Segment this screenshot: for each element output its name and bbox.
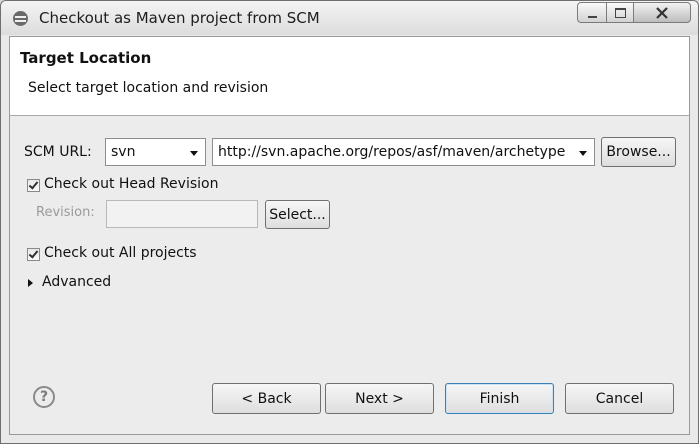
scm-type-value: svn bbox=[111, 144, 136, 160]
dialog-client-area: Target Location Select target location a… bbox=[9, 36, 690, 435]
head-revision-checkbox[interactable] bbox=[27, 179, 40, 192]
help-icon[interactable]: ? bbox=[33, 386, 55, 408]
scm-url-value: http://svn.apache.org/repos/asf/maven/ar… bbox=[218, 144, 566, 160]
close-icon bbox=[656, 6, 668, 19]
advanced-section-toggle[interactable]: Advanced bbox=[42, 274, 111, 290]
eclipse-icon bbox=[13, 11, 28, 26]
wizard-header: Target Location Select target location a… bbox=[10, 37, 689, 116]
minimize-button[interactable] bbox=[577, 2, 607, 23]
all-projects-checkbox[interactable] bbox=[27, 248, 40, 261]
all-projects-label[interactable]: Check out All projects bbox=[44, 245, 197, 261]
expand-arrow-icon[interactable] bbox=[28, 279, 33, 287]
checkout-dialog-window: Checkout as Maven project from SCM Targe… bbox=[0, 0, 699, 444]
maximize-button[interactable] bbox=[606, 2, 634, 23]
title-bar[interactable]: Checkout as Maven project from SCM bbox=[1, 1, 698, 35]
scm-url-label: SCM URL: bbox=[24, 144, 92, 160]
minimize-icon bbox=[587, 15, 597, 18]
select-revision-button[interactable]: Select... bbox=[265, 200, 330, 229]
back-button[interactable]: < Back bbox=[212, 383, 321, 414]
next-button[interactable]: Next > bbox=[325, 383, 434, 414]
scm-url-combo[interactable]: http://svn.apache.org/repos/asf/maven/ar… bbox=[212, 138, 595, 166]
page-description: Select target location and revision bbox=[28, 80, 269, 96]
revision-input bbox=[106, 200, 258, 228]
page-title: Target Location bbox=[20, 49, 152, 67]
finish-button[interactable]: Finish bbox=[445, 383, 554, 414]
chevron-down-icon bbox=[190, 151, 198, 156]
chevron-down-icon bbox=[579, 151, 587, 156]
window-title: Checkout as Maven project from SCM bbox=[39, 9, 320, 27]
head-revision-label[interactable]: Check out Head Revision bbox=[44, 176, 218, 192]
scm-type-dropdown[interactable]: svn bbox=[105, 138, 206, 166]
revision-label: Revision: bbox=[36, 205, 95, 220]
browse-button[interactable]: Browse... bbox=[601, 137, 676, 167]
close-button[interactable] bbox=[633, 2, 691, 23]
maximize-icon bbox=[614, 7, 626, 18]
cancel-button[interactable]: Cancel bbox=[565, 383, 674, 414]
